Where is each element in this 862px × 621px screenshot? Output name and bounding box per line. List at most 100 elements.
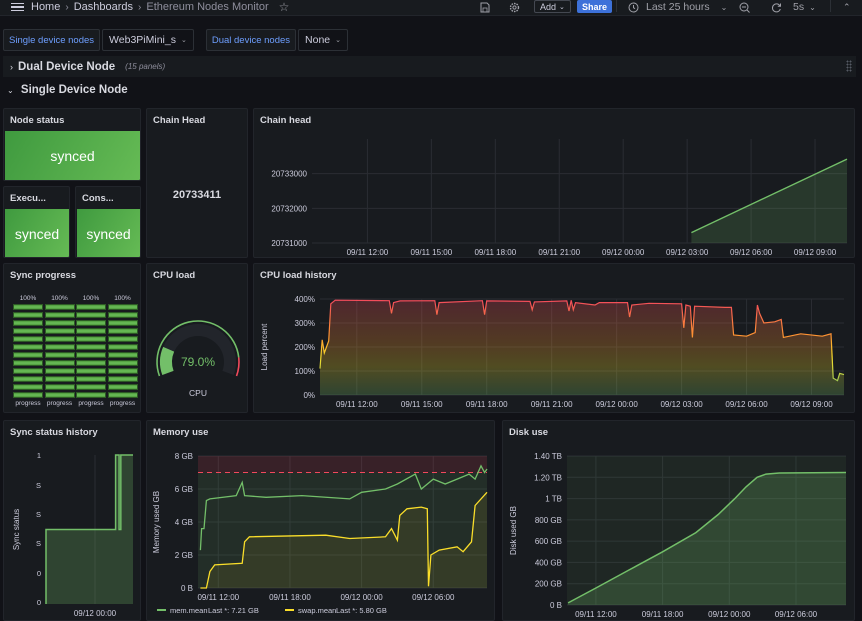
top-nav-bar: Home › Dashboards › Ethereum Nodes Monit… — [0, 0, 862, 16]
panel-chain-head-chart[interactable]: Chain head 20733000 20732000 20731000 09/11… — [253, 108, 855, 258]
panel-sync-progress[interactable]: Sync progress 100% progress 100% progress 10… — [3, 263, 141, 413]
time-range-label: Last 25 hours — [646, 1, 710, 13]
progress-bar: 100% progress — [44, 295, 75, 407]
row-dual-device-node[interactable]: › Dual Device Node (15 panels) — [3, 56, 856, 77]
progress-segment — [107, 383, 138, 391]
refresh-icon[interactable] — [771, 0, 782, 14]
x-tick-label: 09/12 00:00 — [596, 400, 639, 409]
progress-percent: 100% — [82, 295, 100, 302]
y-axis-label: Load percent — [260, 323, 269, 370]
y-tick-label: 400% — [295, 295, 315, 304]
progress-segment — [76, 375, 106, 383]
breadcrumb-home[interactable]: Home — [31, 1, 60, 13]
x-tick-label: 09/12 09:00 — [794, 248, 837, 257]
drag-handle-icon[interactable] — [846, 60, 852, 72]
progress-segment — [107, 327, 138, 335]
y-tick-label: 0 B — [550, 601, 562, 610]
y-tick-label: 2 GB — [175, 551, 193, 560]
y-axis-label: Sync status — [12, 509, 21, 550]
y-tick-label: 0 B — [181, 584, 193, 593]
panel-memory-use[interactable]: Memory use 8 GB 6 GB 4 GB 2 GB 0 B 09/11 12:0… — [146, 420, 495, 621]
progress-segment — [13, 351, 43, 359]
progress-percent: 100% — [19, 295, 37, 302]
breadcrumb-dashboards[interactable]: Dashboards — [74, 1, 133, 13]
y-tick-label: S — [36, 510, 41, 519]
gear-icon[interactable] — [509, 0, 520, 14]
y-tick-label: 600 GB — [535, 537, 562, 546]
menu-icon[interactable] — [10, 0, 24, 14]
y-tick-label: 20733000 — [271, 170, 307, 179]
time-range-picker[interactable]: Last 25 hours ⌄ — [628, 0, 727, 14]
panel-sync-status-history[interactable]: Sync status history 1 S S S 0 0 09/12 00:00 Syn… — [3, 420, 141, 621]
progress-segment — [13, 375, 43, 383]
y-tick-label: 200% — [295, 343, 315, 352]
row-single-device-node[interactable]: ⌄ Single Device Node — [7, 84, 128, 96]
panel-chain-head-stat[interactable]: Chain Head 20733411 — [146, 108, 248, 258]
zoom-out-icon[interactable] — [739, 0, 750, 14]
progress-segment — [44, 311, 75, 319]
share-button[interactable]: Share — [577, 0, 613, 13]
sync-status-history-chart: 1 S S S 0 0 09/12 00:00 Sync status — [12, 451, 133, 618]
y-axis-label: Memory used GB — [152, 491, 161, 553]
progress-segment — [107, 375, 138, 383]
progress-segment — [107, 391, 138, 399]
progress-segment — [76, 311, 106, 319]
save-icon[interactable] — [480, 0, 490, 14]
progress-label: progress — [78, 399, 104, 407]
variable-select-dual[interactable]: None ⌄ — [298, 29, 348, 51]
panel-consensus-status[interactable]: Cons... synced — [75, 186, 141, 258]
panel-node-status[interactable]: Node status synced — [3, 108, 141, 181]
chevron-up-icon[interactable]: ⌃ — [843, 0, 851, 14]
progress-segment — [76, 335, 106, 343]
progress-bar: 100% progress — [107, 295, 138, 407]
x-tick-label: 09/11 15:00 — [411, 248, 453, 257]
legend-swatch — [157, 609, 166, 611]
refresh-interval-picker[interactable]: 5s ⌄ — [793, 0, 816, 14]
y-tick-label: 1 TB — [545, 495, 562, 504]
x-tick-label: 09/11 18:00 — [474, 248, 516, 257]
gauge-value: 79.0% — [181, 355, 215, 369]
x-tick-label: 09/11 18:00 — [269, 593, 311, 602]
row-title: Single Device Node — [20, 84, 128, 96]
progress-segment — [76, 319, 106, 327]
y-tick-label: 0% — [303, 391, 315, 400]
x-tick-label: 09/11 12:00 — [336, 400, 378, 409]
y-tick-label: 4 GB — [175, 518, 193, 527]
progress-segment — [107, 335, 138, 343]
x-tick-label: 09/12 00:00 — [602, 248, 645, 257]
panel-title: Cons... — [82, 193, 114, 204]
threshold-region-red — [198, 456, 487, 473]
progress-segment — [76, 343, 106, 351]
divider — [616, 0, 617, 12]
progress-segment — [107, 351, 138, 359]
progress-segment — [107, 359, 138, 367]
progress-segment — [13, 319, 43, 327]
progress-percent: 100% — [114, 295, 131, 302]
progress-segment — [44, 343, 75, 351]
divider — [830, 0, 831, 12]
x-tick-label: 09/12 03:00 — [666, 248, 709, 257]
x-tick-label: 09/11 12:00 — [197, 593, 239, 602]
x-tick-label: 09/11 18:00 — [466, 400, 508, 409]
progress-segment — [76, 304, 106, 311]
progress-segment — [107, 319, 138, 327]
variable-select-single[interactable]: Web3PiMini_s ⌄ — [102, 29, 194, 51]
x-tick-label: 09/12 00:00 — [708, 610, 751, 619]
add-button[interactable]: Add ⌄ — [534, 0, 571, 13]
progress-segment — [107, 311, 138, 319]
panel-cpu-load-history[interactable]: CPU load history 400% 300% 200% 100% 0% 09/11… — [253, 263, 855, 413]
progress-segment — [44, 335, 75, 343]
progress-segment — [44, 304, 75, 311]
panel-cpu-load[interactable]: CPU load 79.0% CPU — [146, 263, 248, 413]
star-icon[interactable]: ☆ — [279, 0, 290, 14]
row-panel-count: (15 panels) — [125, 62, 166, 71]
x-tick-label: 09/12 09:00 — [790, 400, 833, 409]
y-axis-label: Disk used GB — [509, 506, 518, 555]
breadcrumb-current: Ethereum Nodes Monitor — [146, 1, 269, 13]
panel-execution-status[interactable]: Execu... synced — [3, 186, 70, 258]
progress-label: progress — [46, 399, 73, 407]
progress-segment — [44, 375, 75, 383]
x-tick-label: 09/12 06:00 — [775, 610, 818, 619]
panel-disk-use[interactable]: Disk use 1.40 TB 1.20 TB 1 TB 800 GB 600 GB 4… — [502, 420, 855, 621]
progress-segment — [44, 327, 75, 335]
